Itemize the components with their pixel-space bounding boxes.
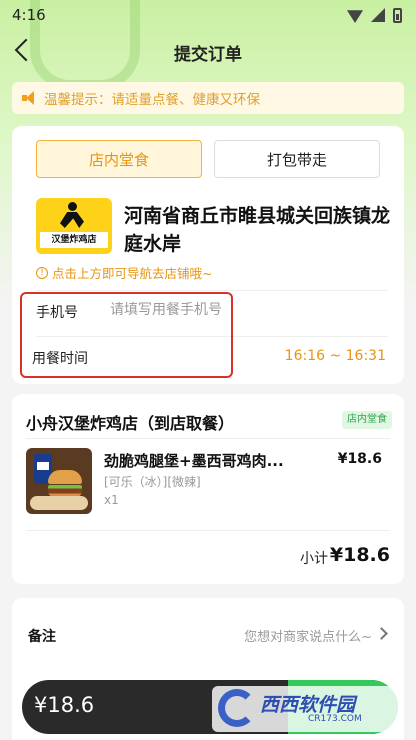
item-quantity: x1 bbox=[104, 493, 119, 507]
wifi-icon bbox=[347, 10, 363, 23]
remarks-label: 备注 bbox=[28, 629, 56, 645]
battery-icon bbox=[393, 7, 402, 23]
info-icon: ! bbox=[36, 266, 48, 279]
remarks-hint: 您想对商家说点什么~ bbox=[244, 630, 372, 645]
phone-input[interactable] bbox=[110, 298, 240, 322]
divider bbox=[26, 530, 390, 531]
tab-takeaway[interactable]: 打包带走 bbox=[214, 140, 380, 178]
item-image bbox=[26, 448, 92, 514]
dining-time-label: 用餐时间 bbox=[32, 351, 88, 367]
store-logo: 汉堡炸鸡店 bbox=[36, 198, 112, 254]
tab-dine-in[interactable]: 店内堂食 bbox=[36, 140, 202, 178]
logo-text: 汉堡炸鸡店 bbox=[40, 232, 108, 248]
navigation-hint[interactable]: ! 点击上方即可导航去店铺哦~ bbox=[36, 263, 212, 282]
navigation-hint-text: 点击上方即可导航去店铺哦~ bbox=[52, 266, 213, 281]
chevron-right-icon bbox=[375, 627, 388, 640]
page-title: 提交订单 bbox=[174, 45, 242, 65]
nav-bar: 提交订单 bbox=[0, 32, 416, 72]
wrap-icon bbox=[30, 496, 88, 510]
divider bbox=[26, 438, 390, 439]
subtotal-label: 小计 bbox=[300, 551, 328, 567]
notice-banner: 温馨提示：请适量点餐、健康又环保 bbox=[12, 82, 404, 114]
notice-text: 温馨提示：请适量点餐、健康又环保 bbox=[44, 92, 260, 108]
subtotal-value: ¥18.6 bbox=[329, 544, 390, 566]
running-figure-icon bbox=[58, 202, 88, 230]
submit-order-button[interactable] bbox=[288, 680, 398, 734]
phone-label: 手机号 bbox=[36, 305, 78, 321]
store-card: 店内堂食 打包带走 汉堡炸鸡店 河南省商丘市睢县城关回族镇龙庭水岸 ! 点击上方… bbox=[12, 126, 404, 384]
divider bbox=[36, 336, 388, 337]
dine-in-badge: 店内堂食 bbox=[342, 411, 392, 429]
status-bar: 4:16 bbox=[0, 0, 416, 30]
signal-icon bbox=[371, 8, 385, 22]
item-spec: [可乐（冰）][微辣] bbox=[104, 475, 201, 489]
speaker-icon bbox=[22, 91, 38, 105]
shop-name: 小舟汉堡炸鸡店（到店取餐） bbox=[26, 414, 235, 433]
order-card: 小舟汉堡炸鸡店（到店取餐） 店内堂食 劲脆鸡腿堡+墨西哥鸡肉... ¥18.6 … bbox=[12, 394, 404, 584]
divider bbox=[36, 290, 388, 291]
status-time: 4:16 bbox=[12, 6, 46, 24]
item-price: ¥18.6 bbox=[337, 451, 382, 467]
dining-time-value[interactable]: 16:16 ~ 16:31 bbox=[285, 348, 386, 364]
burger-icon bbox=[48, 470, 82, 498]
store-address[interactable]: 河南省商丘市睢县城关回族镇龙庭水岸 bbox=[124, 202, 396, 258]
total-price: ¥18.6 bbox=[34, 693, 95, 717]
status-icons bbox=[347, 7, 402, 23]
item-name: 劲脆鸡腿堡+墨西哥鸡肉... bbox=[104, 452, 284, 470]
checkout-bar: ¥18.6 bbox=[22, 680, 398, 734]
